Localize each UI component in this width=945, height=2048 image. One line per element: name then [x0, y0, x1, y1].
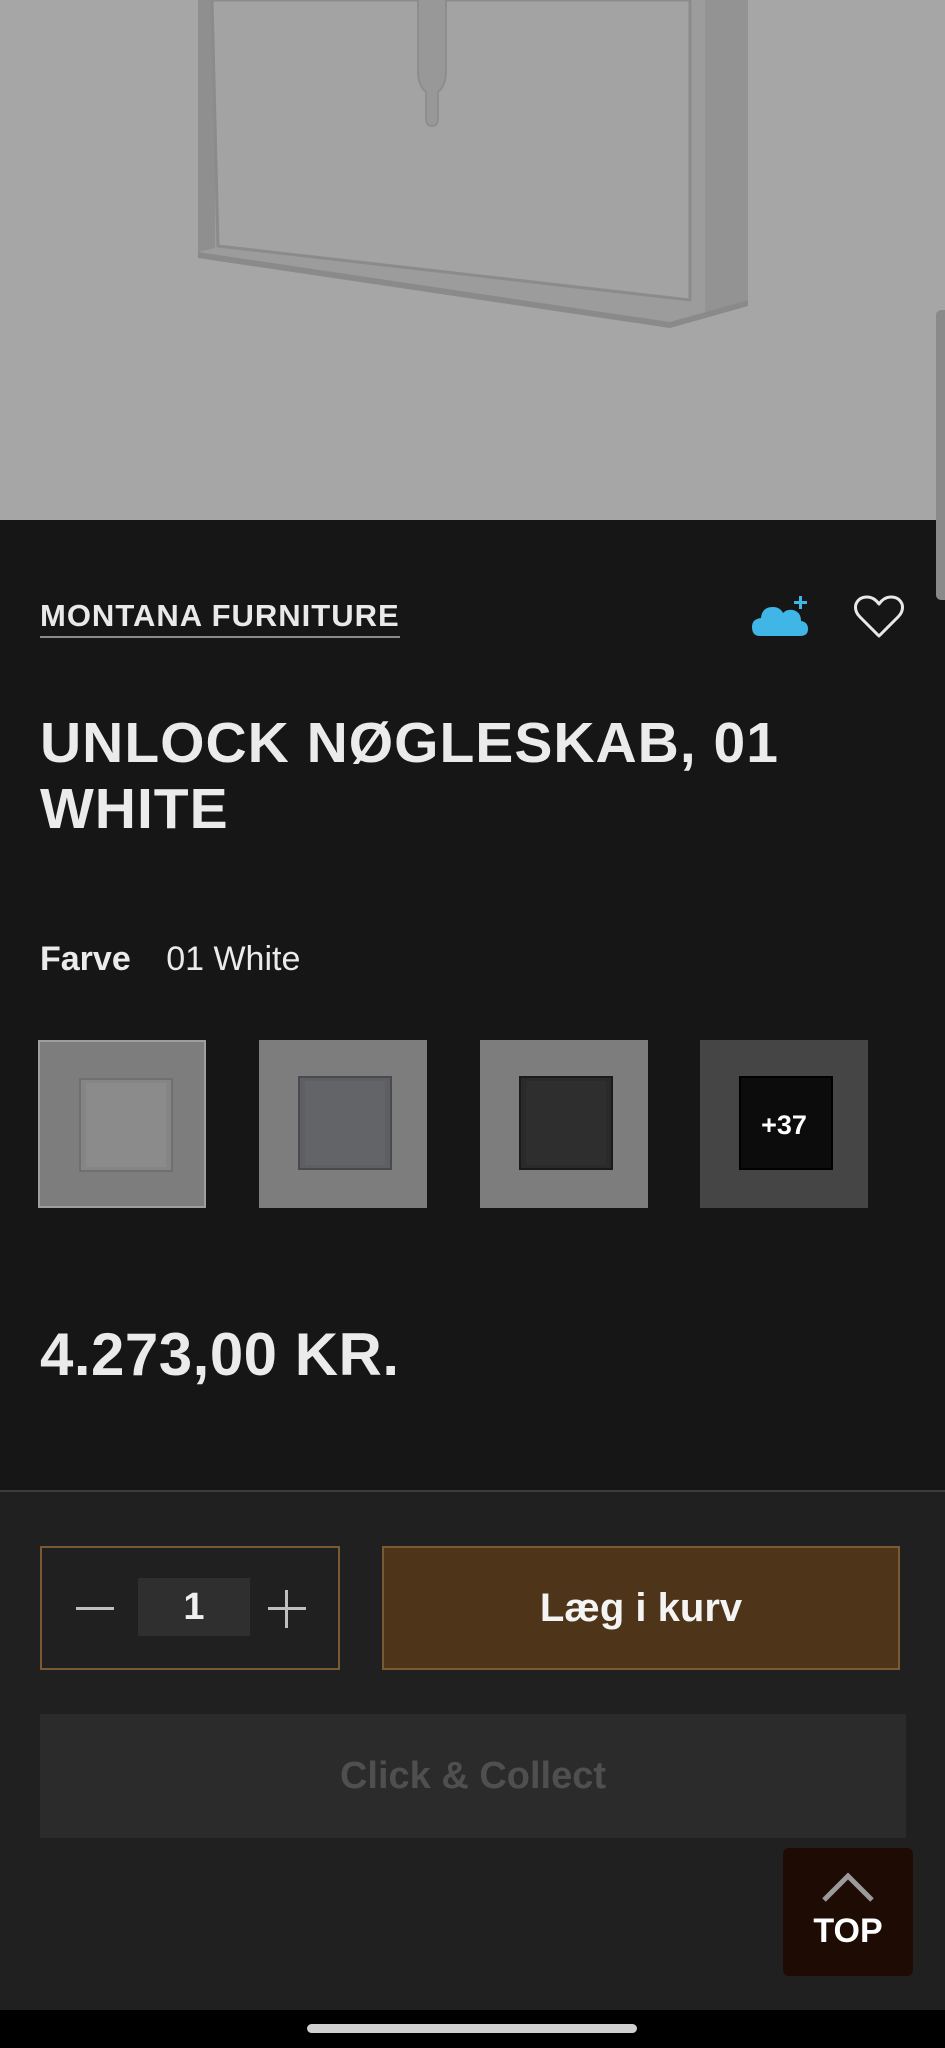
chevron-up-icon — [822, 1872, 874, 1902]
swatch-cabinet-image — [519, 1076, 613, 1170]
color-row: Farve 01 White — [40, 940, 300, 979]
more-colors-count: +37 — [761, 1110, 807, 1140]
color-swatch-white[interactable] — [38, 1040, 206, 1208]
color-swatch-anthracite[interactable] — [480, 1040, 648, 1208]
add-to-cart-button[interactable]: Læg i kurv — [382, 1546, 900, 1670]
product-image[interactable] — [0, 0, 945, 520]
heart-icon[interactable] — [854, 594, 904, 640]
swatch-cabinet-image — [79, 1078, 173, 1172]
plus-icon[interactable] — [264, 1586, 310, 1632]
quantity-stepper — [40, 1546, 340, 1670]
swatch-cabinet-image — [298, 1076, 392, 1170]
quantity-input[interactable] — [138, 1578, 250, 1636]
brand-link[interactable]: MONTANA FURNITURE — [40, 598, 400, 638]
system-nav-bar — [0, 2010, 945, 2048]
cabinet-illustration — [198, 0, 748, 328]
minus-icon[interactable] — [72, 1588, 118, 1628]
scrollbar[interactable] — [936, 310, 945, 600]
product-title: UNLOCK NØGLESKAB, 01 WHITE — [40, 711, 779, 841]
color-swatch-more[interactable]: +37 — [700, 1040, 868, 1208]
back-to-top-button[interactable]: TOP — [783, 1848, 913, 1976]
top-label: TOP — [813, 1912, 883, 1950]
color-value: 01 White — [166, 940, 301, 978]
color-label: Farve — [40, 940, 131, 978]
home-indicator[interactable] — [307, 2024, 637, 2033]
purchase-panel: Læg i kurv Click & Collect TOP — [0, 1490, 945, 2012]
product-price: 4.273,00 KR. — [40, 1321, 400, 1388]
click-collect-button[interactable]: Click & Collect — [40, 1714, 906, 1838]
cloud-plus-icon[interactable] — [752, 596, 810, 640]
color-swatch-grey[interactable] — [259, 1040, 427, 1208]
